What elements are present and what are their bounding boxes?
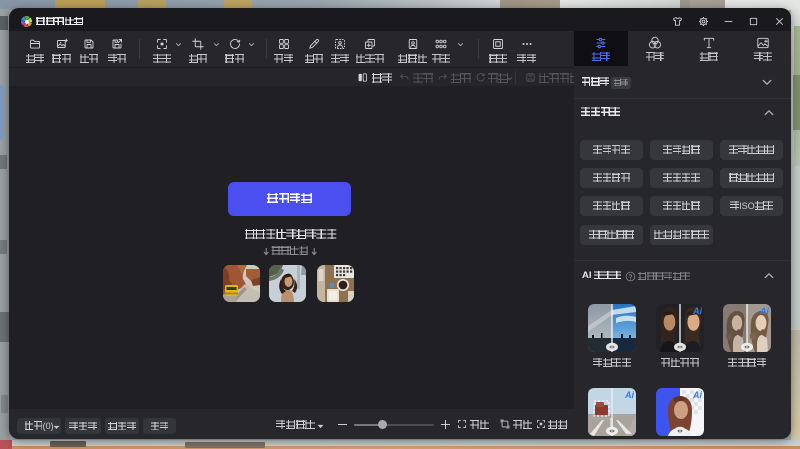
svg-text:Ai: Ai: [759, 306, 769, 316]
svg-text:Ai: Ai: [692, 390, 702, 400]
svg-text:Ai: Ai: [692, 306, 702, 316]
svg-text:Ai: Ai: [624, 390, 634, 400]
